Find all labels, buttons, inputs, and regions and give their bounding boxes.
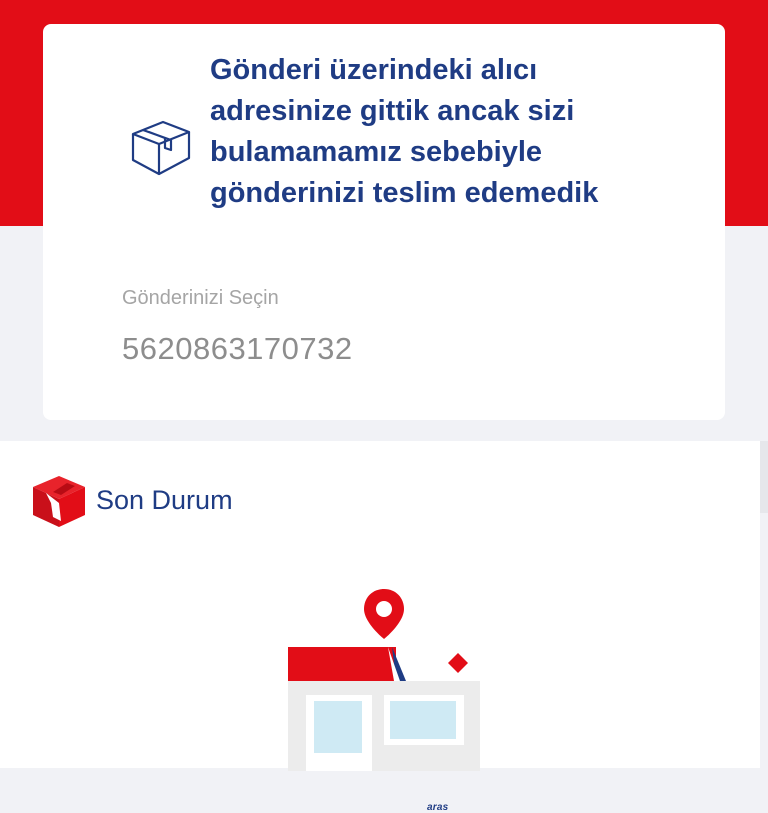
last-status-section: Son Durum aras [0, 441, 760, 813]
scrollbar[interactable] [760, 441, 768, 513]
package-box-icon [129, 116, 193, 180]
red-package-icon [31, 473, 87, 529]
select-shipment-label: Gönderinizi Seçin [122, 287, 279, 309]
status-title: Son Durum [96, 485, 233, 515]
delivery-status-card: Gönderi üzerindeki alıcı adresinize gitt… [43, 24, 725, 420]
branch-location-icon: aras [284, 581, 484, 813]
shipment-number-select[interactable]: 5620863170732 [122, 331, 353, 367]
delivery-message: Gönderi üzerindeki alıcı adresinize gitt… [210, 54, 599, 209]
brand-logo-text: aras [427, 802, 449, 813]
